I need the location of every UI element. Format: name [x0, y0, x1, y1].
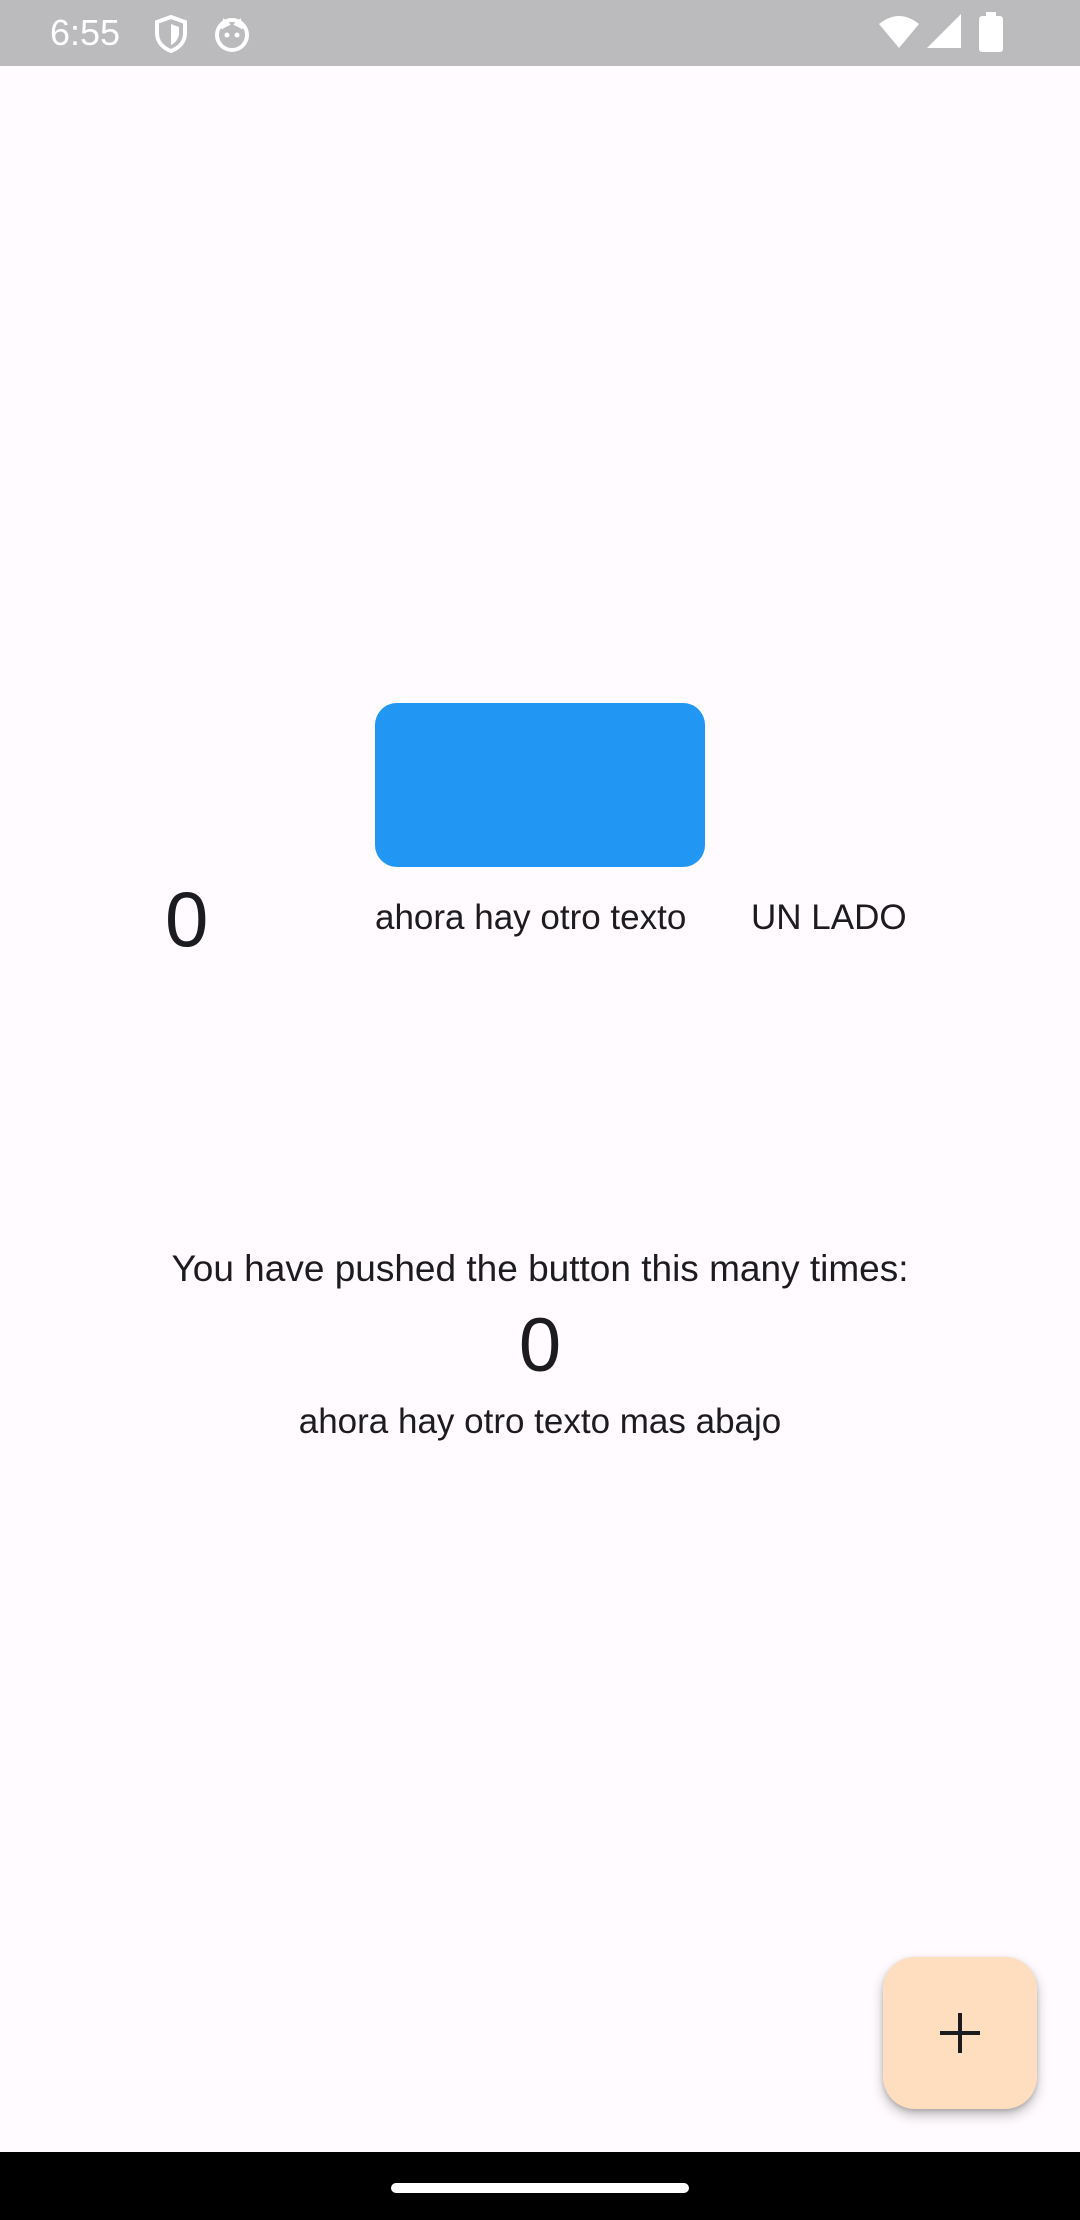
side-counter: 0	[165, 875, 209, 963]
cat-icon	[215, 18, 249, 52]
increment-fab-button[interactable]	[883, 1957, 1037, 2109]
status-time: 6:55	[50, 12, 121, 53]
app-body	[0, 66, 1080, 2152]
blue-box	[375, 703, 705, 867]
signal-icon	[927, 14, 961, 48]
plus-icon	[940, 2013, 980, 2053]
home-handle[interactable]	[391, 2183, 689, 2193]
battery-icon	[979, 12, 1003, 52]
wifi-icon	[879, 16, 919, 48]
pushed-label: You have pushed the button this many tim…	[171, 1248, 909, 1289]
below-text: ahora hay otro texto mas abajo	[298, 1402, 782, 1441]
status-bar: 6:55	[0, 0, 1080, 66]
side-text-un-lado: UN LADO	[751, 898, 907, 937]
side-text: ahora hay otro texto	[375, 898, 687, 937]
counter-value: 0	[518, 1303, 562, 1388]
navigation-bar	[0, 2152, 1080, 2220]
shield-icon	[155, 15, 187, 53]
